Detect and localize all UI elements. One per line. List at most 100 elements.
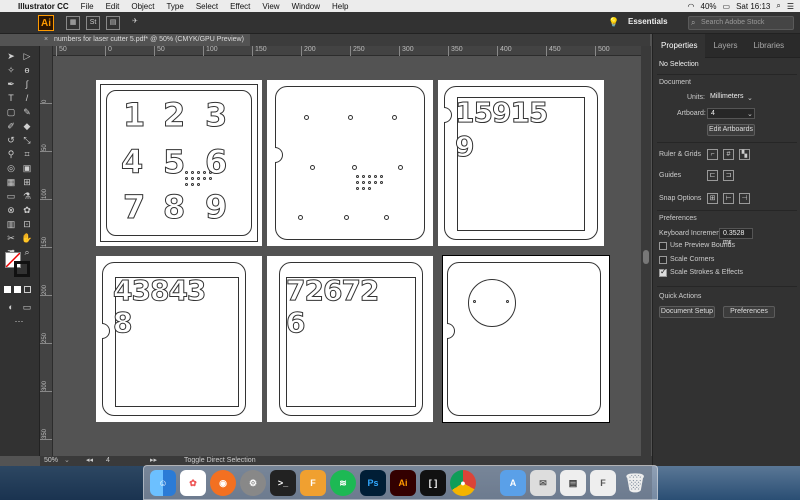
screen-mode-icon[interactable]: ▭ xyxy=(20,300,34,314)
preferences-button[interactable]: Preferences xyxy=(723,306,775,318)
system-preferences-icon[interactable]: ⚙ xyxy=(240,470,266,496)
digit-1[interactable]: 1 xyxy=(122,99,145,132)
ruler-icon[interactable]: ⌐ xyxy=(707,149,718,160)
circle-cutout[interactable] xyxy=(468,279,516,327)
lasso-tool-icon[interactable]: ɵ xyxy=(20,63,34,77)
snap-to-pixel-icon[interactable]: ⊢ xyxy=(723,193,734,204)
digit-4[interactable]: 4 xyxy=(120,146,143,179)
artboard-3[interactable]: 15915 9 xyxy=(438,80,604,246)
tab-properties[interactable]: Properties xyxy=(653,33,706,58)
curvature-tool-icon[interactable]: ∫ xyxy=(20,77,34,91)
number-panel[interactable]: 43843 8 xyxy=(102,262,246,416)
digit-7[interactable]: 7 xyxy=(122,191,145,224)
artboard-4[interactable]: 43843 8 xyxy=(96,256,262,422)
chrome-icon[interactable]: ● xyxy=(450,470,476,496)
gradient-tool-icon[interactable]: ▭ xyxy=(4,189,18,203)
menu-select[interactable]: Select xyxy=(190,2,224,11)
edit-toolbar-icon[interactable]: ⋯ xyxy=(12,314,26,328)
none-mode-icon[interactable] xyxy=(24,286,31,293)
number-line-2[interactable]: 6 xyxy=(285,308,306,337)
scrollbar-thumb[interactable] xyxy=(643,250,649,264)
number-line-2[interactable]: 8 xyxy=(112,308,133,337)
rectangle-tool-icon[interactable]: ▢ xyxy=(4,105,18,119)
zoom-level[interactable]: 50% xyxy=(44,456,58,466)
workspace-switcher[interactable]: Essentials xyxy=(628,17,668,26)
tab-libraries[interactable]: Libraries xyxy=(745,34,792,58)
menu-edit[interactable]: Edit xyxy=(100,2,126,11)
digit-2[interactable]: 2 xyxy=(162,99,185,132)
artboard-tool-icon[interactable]: ⊡ xyxy=(20,217,34,231)
document-tab[interactable]: × numbers for laser cutter 5.pdf* @ 50% … xyxy=(40,34,250,46)
chevron-down-icon[interactable]: ⌄ xyxy=(747,94,753,102)
photos-icon[interactable]: ✿ xyxy=(180,470,206,496)
artboard-number[interactable]: 4 xyxy=(106,456,110,466)
number-panel[interactable]: 1 2 3 4 5 6 7 8 9 xyxy=(106,90,252,236)
horizontal-ruler[interactable]: 50 0 50 100 150 200 250 300 350 400 450 … xyxy=(53,46,641,56)
prev-artboard-icon[interactable]: ◂◂ xyxy=(86,456,93,466)
snap-to-point-icon[interactable]: ⊞ xyxy=(707,193,718,204)
shape-builder-tool-icon[interactable]: ◎ xyxy=(4,161,18,175)
lightbulb-icon[interactable]: 💡 xyxy=(608,17,619,28)
number-line-1[interactable]: 72672 xyxy=(285,276,379,305)
mesh-tool-icon[interactable]: ⊞ xyxy=(20,175,34,189)
tab-layers[interactable]: Layers xyxy=(705,34,745,58)
preview-icon[interactable]: ✉ xyxy=(530,470,556,496)
edit-artboards-button[interactable]: Edit Artboards xyxy=(707,124,755,136)
spotlight-icon[interactable]: ⌕ xyxy=(776,1,780,11)
menu-object[interactable]: Object xyxy=(125,2,160,11)
menu-help[interactable]: Help xyxy=(326,2,354,11)
canvas[interactable]: 1 2 3 4 5 6 7 8 9 15915 9 43843 8 72672 … xyxy=(53,56,641,456)
number-panel[interactable]: 15915 9 xyxy=(444,86,598,240)
shaper-tool-icon[interactable]: ✐ xyxy=(4,119,18,133)
warp-tool-icon[interactable]: ⚲ xyxy=(4,147,18,161)
finder-icon[interactable]: ☺ xyxy=(150,470,176,496)
illustrator-icon[interactable]: Ai xyxy=(390,470,416,496)
type-tool-icon[interactable]: T xyxy=(4,91,18,105)
magic-wand-tool-icon[interactable]: ✧ xyxy=(4,63,18,77)
rotate-tool-icon[interactable]: ↺ xyxy=(4,133,18,147)
pen-tool-icon[interactable]: ✒ xyxy=(4,77,18,91)
number-line-1[interactable]: 15915 xyxy=(454,98,548,127)
scale-corners-checkbox[interactable] xyxy=(659,256,667,264)
stock-icon[interactable]: St xyxy=(86,16,100,30)
color-mode-icon[interactable] xyxy=(14,286,21,293)
perspective-grid-tool-icon[interactable]: ▦ xyxy=(4,175,18,189)
artboard-5[interactable]: 72672 6 xyxy=(267,256,433,422)
menu-file[interactable]: File xyxy=(75,2,100,11)
hand-tool-icon[interactable]: ✋ xyxy=(20,231,34,245)
menu-window[interactable]: Window xyxy=(286,2,326,11)
clock[interactable]: Sat 16:13 xyxy=(736,2,770,11)
vertical-ruler[interactable]: 0 50 100 150 200 250 300 350 xyxy=(40,46,53,456)
digit-3[interactable]: 3 xyxy=(204,99,227,132)
slice-tool-icon[interactable]: ✂ xyxy=(4,231,18,245)
digit-8[interactable]: 8 xyxy=(162,191,185,224)
live-paint-tool-icon[interactable]: ▣ xyxy=(20,161,34,175)
terminal-icon[interactable]: >_ xyxy=(270,470,296,496)
keyboard-increment-input[interactable]: 0.3528 mr xyxy=(719,228,753,246)
gpu-performance-icon[interactable]: ✈ xyxy=(128,16,142,30)
arrange-documents-icon[interactable]: ▤ xyxy=(106,16,120,30)
trash-icon[interactable]: 🗑 xyxy=(622,470,648,496)
bracket-app-icon[interactable]: [ ] xyxy=(420,470,446,496)
number-line-2[interactable]: 9 xyxy=(454,132,475,161)
menu-effect[interactable]: Effect xyxy=(224,2,256,11)
symbol-sprayer-tool-icon[interactable]: ✿ xyxy=(20,203,34,217)
documents-stack-icon[interactable]: ▤ xyxy=(560,470,586,496)
lock-guides-icon[interactable]: ⊐ xyxy=(723,170,734,181)
chevron-down-icon[interactable]: ⌄ xyxy=(64,456,70,466)
menu-type[interactable]: Type xyxy=(160,2,189,11)
stroke-swatch[interactable] xyxy=(14,261,30,277)
number-line-1[interactable]: 43843 xyxy=(112,276,206,305)
document-setup-button[interactable]: Document Setup xyxy=(659,306,715,318)
free-transform-tool-icon[interactable]: ⌗ xyxy=(20,147,34,161)
notification-center-icon[interactable]: ☰ xyxy=(787,2,794,11)
artboard-6[interactable] xyxy=(442,255,610,423)
firefox-icon[interactable]: ◉ xyxy=(210,470,236,496)
stock-search-input[interactable]: Search Adobe Stock xyxy=(688,16,794,30)
selection-tool-icon[interactable]: ➤ xyxy=(4,49,18,63)
blend-tool-icon[interactable]: ⊗ xyxy=(4,203,18,217)
eyedropper-tool-icon[interactable]: ⚗ xyxy=(20,189,34,203)
default-colors-icon[interactable] xyxy=(4,286,11,293)
photoshop-icon[interactable]: Ps xyxy=(360,470,386,496)
bridge-icon[interactable]: ▦ xyxy=(66,16,80,30)
